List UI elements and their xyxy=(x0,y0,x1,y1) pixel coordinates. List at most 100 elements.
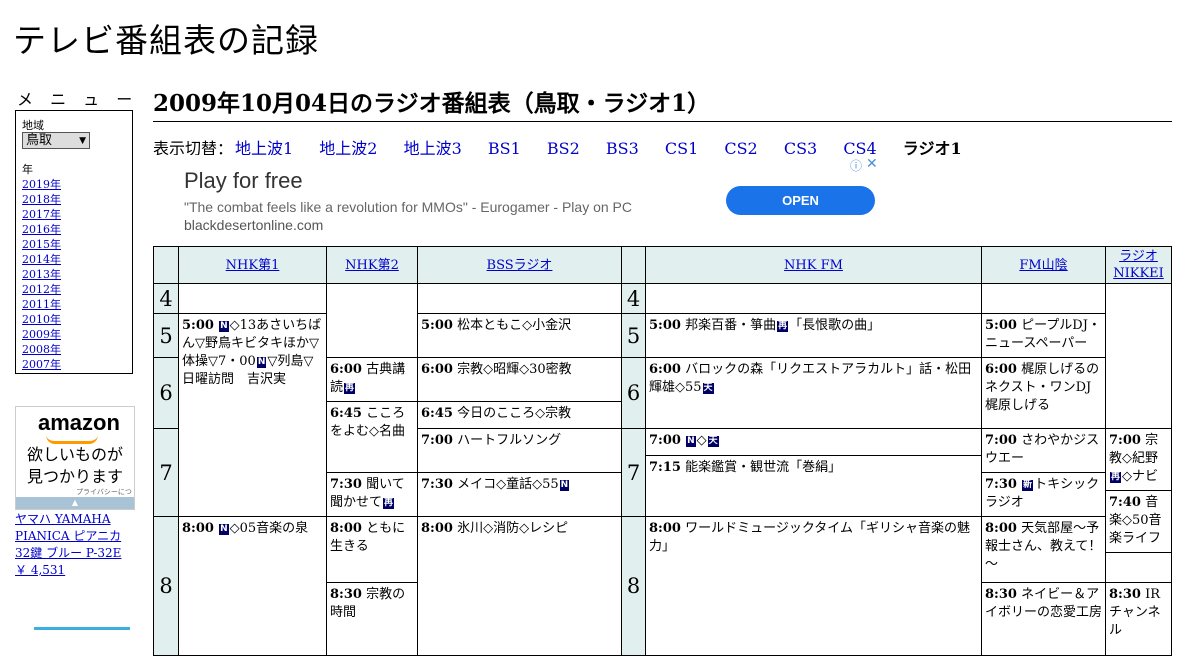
year-link-2010[interactable]: 2010年 xyxy=(22,311,61,327)
program-title: 氷川◇消防◇レシピ xyxy=(457,521,569,536)
channel-header-bss[interactable]: BSSラジオ xyxy=(417,246,622,284)
program-time: 6:45 xyxy=(421,406,453,421)
amazon-ad[interactable]: amazon 欲しいものが 見つかります プライバシーについて ▲ xyxy=(15,406,135,510)
channel-link[interactable]: NHK第1 xyxy=(226,257,280,274)
channel-link[interactable]: BSSラジオ xyxy=(487,257,553,274)
program-time: 8:30 xyxy=(1109,587,1141,602)
year-link-2009[interactable]: 2009年 xyxy=(22,326,61,342)
program-fm-0715[interactable]: 7:15 能楽鑑賞・観世流「巻絹」 xyxy=(645,455,982,517)
program-fm-0600[interactable]: 6:00 バロックの森「リクエストアラカルト」話・松田輝雄◇55 天 xyxy=(645,357,982,429)
year-link-2012[interactable]: 2012年 xyxy=(22,281,61,297)
program-nhk2-0600[interactable]: 6:00 古典講読再 xyxy=(326,357,418,402)
program-time: 5:00 xyxy=(182,318,214,333)
program-bss-0700[interactable]: 7:00 ハートフルソング xyxy=(417,428,622,473)
program-time: 8:00 xyxy=(182,521,214,536)
program-time: 8:00 xyxy=(421,521,453,536)
program-time: 6:00 xyxy=(421,362,453,377)
program-sanin-0800[interactable]: 8:00 天気部屋～予報士さん、教えて！～ xyxy=(981,516,1106,583)
ad-domain: blackdesertonline.com xyxy=(184,217,324,233)
program-sanin-0600[interactable]: 6:00 梶原しげるのネクスト・ワンDJ梶原しげる xyxy=(981,357,1106,429)
product-link[interactable]: ヤマハ YAMAHA PIANICA ピアニカ 32鍵 ブルー P-32E xyxy=(15,512,121,560)
program-bss-0645[interactable]: 6:45 今日のこころ◇宗教 xyxy=(417,401,622,429)
program-title: 宗教◇昭輝◇30密教 xyxy=(457,362,572,377)
program-nikkei-0830[interactable]: 8:30 IRチャンネル xyxy=(1105,582,1172,656)
program-time: 8:00 xyxy=(330,521,362,536)
ad-headline: Play for free xyxy=(184,168,303,193)
year-link-2011[interactable]: 2011年 xyxy=(22,296,61,312)
program-fm-0700[interactable]: 7:00 N ◇ 天 xyxy=(645,428,982,456)
program-title: ◇ xyxy=(696,433,707,448)
channel-link[interactable]: FM山陰 xyxy=(1019,257,1067,274)
new-mark-icon: 新 xyxy=(1022,480,1034,491)
ad-close-icon[interactable]: ✕ xyxy=(866,155,878,172)
channel-header-nhkfm[interactable]: NHK FM xyxy=(645,246,982,284)
rerun-mark-icon: 再 xyxy=(1110,472,1122,483)
ad-banner[interactable]: Play for free "The combat feels like a r… xyxy=(153,155,881,245)
year-link-2013[interactable]: 2013年 xyxy=(22,266,61,282)
year-link-2007[interactable]: 2007年 xyxy=(22,356,61,372)
year-link-2019[interactable]: 2019年 xyxy=(22,176,61,192)
channel-link[interactable]: NHK FM xyxy=(784,257,843,274)
program-fm-0500[interactable]: 5:00 邦楽百番・箏曲再「長恨歌の曲」 xyxy=(645,313,982,358)
program-fm-0800[interactable]: 8:00 ワールドミュージックタイム「ギリシャ音楽の魅力」 xyxy=(645,516,982,656)
amazon-logo: amazon xyxy=(38,410,120,435)
region-select[interactable]: 鳥取 ▼ xyxy=(22,132,90,149)
program-time: 7:30 xyxy=(421,477,453,492)
program-nhk2-0800[interactable]: 8:00 ともに生きる xyxy=(326,516,418,583)
program-bss-0600[interactable]: 6:00 宗教◇昭輝◇30密教 xyxy=(417,357,622,402)
program-sanin-0830[interactable]: 8:30 ネイビー＆アイボリーの恋愛工房 xyxy=(981,582,1106,656)
channel-header-nikkei[interactable]: ラジオNIKKEI xyxy=(1105,246,1172,284)
program-title: 松本ともこ◇小金沢 xyxy=(457,318,572,333)
product-ad[interactable]: ヤマハ YAMAHA PIANICA ピアニカ 32鍵 ブルー P-32E ￥ … xyxy=(15,511,137,579)
year-link-2015[interactable]: 2015年 xyxy=(22,236,61,252)
program-bss-0500[interactable]: 5:00 松本ともこ◇小金沢 xyxy=(417,313,622,358)
year-label: 年 xyxy=(22,163,33,176)
weather-mark-icon: 天 xyxy=(702,383,714,394)
hour-cell: 5 xyxy=(153,313,179,358)
product-price[interactable]: ￥ 4,531 xyxy=(15,563,65,577)
year-link-2008[interactable]: 2008年 xyxy=(22,341,61,357)
program-time: 8:00 xyxy=(985,521,1017,536)
program-title: バロックの森「リクエストアラカルト」話・松田輝雄◇55 xyxy=(649,362,972,395)
program-sanin-0730[interactable]: 7:30 新トキシックラジオ xyxy=(981,472,1106,517)
program-sanin-0500[interactable]: 5:00 ピープルDJ・ニュースペーパー xyxy=(981,313,1106,358)
program-sanin-0700[interactable]: 7:00 さわやかジスウエー xyxy=(981,428,1106,473)
rerun-mark-icon: 再 xyxy=(344,383,356,394)
program-nhk2-0645[interactable]: 6:45 こころをよむ◇名曲 xyxy=(326,401,418,473)
year-link-2016[interactable]: 2016年 xyxy=(22,221,61,237)
page-heading: 2009年10月04日のラジオ番組表（鳥取・ラジオ1） xyxy=(153,84,1172,122)
carousel-up-icon[interactable]: ▲ xyxy=(16,497,134,509)
news-mark-icon: N xyxy=(686,436,696,447)
site-title: テレビ番組表の記録 xyxy=(13,21,319,60)
program-empty xyxy=(1105,283,1172,429)
program-time: 5:00 xyxy=(985,318,1017,333)
switch-current-radio1: ラジオ1 xyxy=(902,139,962,158)
program-title: ◇05音楽の泉 xyxy=(229,521,309,536)
channel-link[interactable]: ラジオNIKKEI xyxy=(1106,248,1171,282)
rerun-mark-icon: 再 xyxy=(777,321,789,332)
program-nikkei-0740[interactable]: 7:40 音楽◇50音楽ライフ xyxy=(1105,490,1172,553)
amazon-ad-line2: 見つかります xyxy=(26,467,123,486)
program-time: 7:30 xyxy=(985,477,1017,492)
program-nhk1-0800[interactable]: 8:00 N ◇05音楽の泉 xyxy=(178,516,327,656)
program-nhk2-0830[interactable]: 8:30 宗教の時間 xyxy=(326,582,418,656)
hour-cell: 8 xyxy=(153,516,179,656)
program-nhk2-0730[interactable]: 7:30 聞いて聞かせて再 xyxy=(326,472,418,517)
year-link-2018[interactable]: 2018年 xyxy=(22,191,61,207)
channel-header-nhk2[interactable]: NHK第2 xyxy=(326,246,418,284)
ad-open-button[interactable]: OPEN xyxy=(726,186,875,215)
channel-header-fmsanin[interactable]: FM山陰 xyxy=(981,246,1106,284)
program-title: 今日のこころ◇宗教 xyxy=(457,406,572,421)
program-bss-0730[interactable]: 7:30 メイコ◇童話◇55 N xyxy=(417,472,622,517)
program-nikkei-0700[interactable]: 7:00 宗教◇紀野再 ◇ナビ xyxy=(1105,428,1172,491)
hour-cell: 4 xyxy=(153,283,179,314)
channel-header-nhk1[interactable]: NHK第1 xyxy=(178,246,327,284)
year-link-2017[interactable]: 2017年 xyxy=(22,206,61,222)
hour-cell: 8 xyxy=(621,516,646,656)
program-nhk1-0500[interactable]: 5:00 N ◇13あさいちばん▽野鳥キビタキほか▽体操▽7・00 N ▽列島▽日曜訪… xyxy=(178,313,327,517)
ad-info-icon[interactable]: ⓘ xyxy=(850,157,862,174)
program-bss-0800[interactable]: 8:00 氷川◇消防◇レシピ xyxy=(417,516,622,656)
channel-link[interactable]: NHK第2 xyxy=(345,257,399,274)
schedule-table: NHK第1 NHK第2 BSSラジオ NHK FM FM山陰 ラジオNIKKEI… xyxy=(153,246,1173,656)
year-link-2014[interactable]: 2014年 xyxy=(22,251,61,267)
